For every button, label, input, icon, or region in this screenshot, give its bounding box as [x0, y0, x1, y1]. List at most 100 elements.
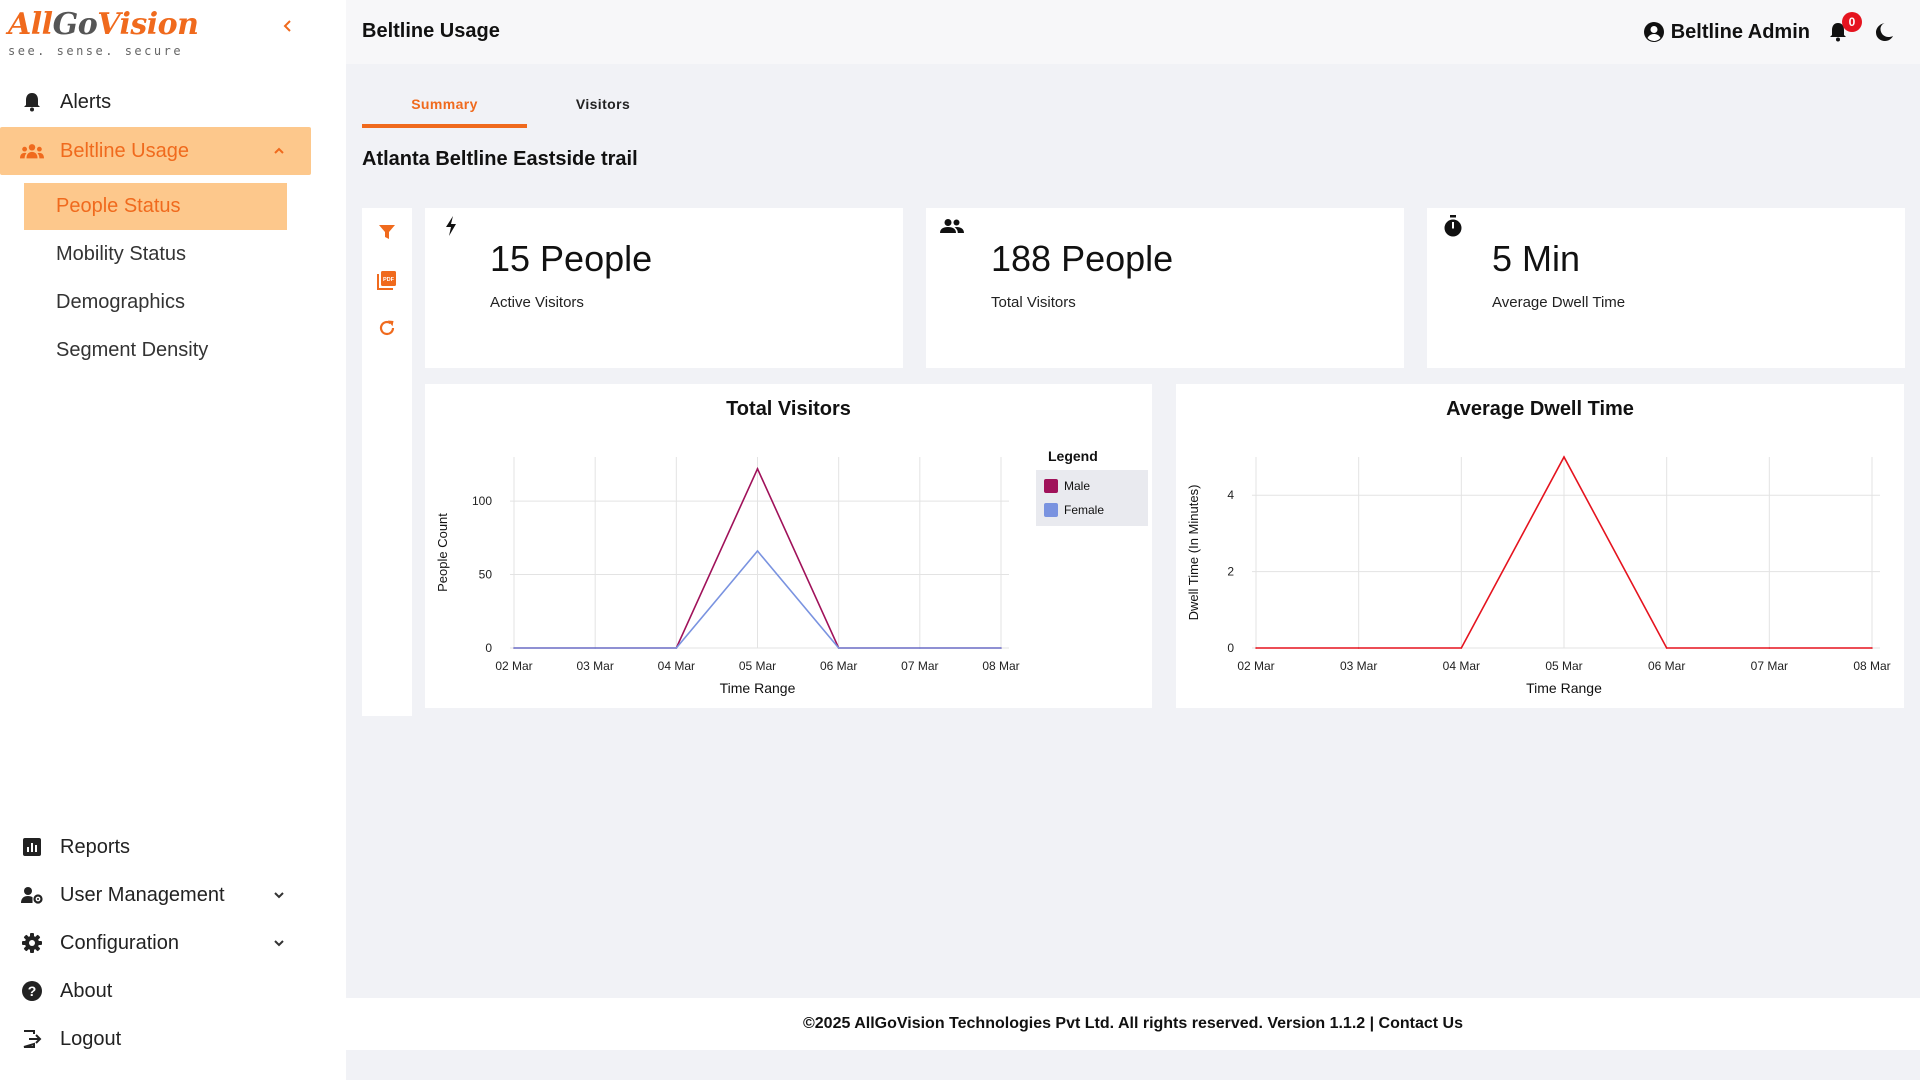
sidebar-item-configuration[interactable]: Configuration	[0, 919, 311, 967]
x-tick-label: 07 Mar	[901, 659, 938, 673]
chart-legend: Legend Male Female	[1036, 448, 1148, 526]
sidebar-subitem-segment-density[interactable]: Segment Density	[24, 327, 287, 374]
sidebar-item-label: Reports	[60, 835, 131, 858]
tab-visitors[interactable]: Visitors	[527, 86, 679, 128]
bolt-icon	[439, 214, 463, 238]
y-axis-label: Dwell Time (In Minutes)	[1186, 485, 1201, 621]
collapse-sidebar-chevron-left-icon[interactable]	[276, 16, 300, 40]
y-axis-label: People Count	[435, 513, 450, 592]
legend-item-female[interactable]: Female	[1044, 498, 1140, 522]
sidebar-subitem-demographics[interactable]: Demographics	[24, 279, 287, 326]
x-tick-label: 04 Mar	[658, 659, 695, 673]
data-point	[513, 647, 515, 649]
data-point	[1255, 647, 1257, 649]
sidebar-item-label: About	[60, 979, 113, 1002]
brand-logo[interactable]: AllGoVision see. sense. secure	[8, 7, 199, 59]
sidebar-subitem-people-status[interactable]: People Status	[24, 183, 287, 230]
kpi-label: Total Visitors	[991, 294, 1076, 311]
sidebar: AllGoVision see. sense. secure Alerts Be…	[0, 0, 346, 1080]
sidebar-item-label: Logout	[60, 1027, 122, 1050]
chart-title: Average Dwell Time	[1446, 398, 1634, 420]
bell-icon	[20, 90, 44, 114]
y-tick-label: 50	[479, 568, 493, 582]
gear-icon	[20, 931, 44, 955]
x-tick-label: 03 Mar	[1340, 659, 1377, 673]
chart-title: Total Visitors	[726, 398, 851, 420]
data-point	[1357, 647, 1360, 649]
filter-icon[interactable]	[375, 220, 399, 244]
logo-tagline: see. sense. secure	[8, 44, 184, 58]
footer: ©2025 AllGoVision Technologies Pvt Ltd. …	[346, 998, 1920, 1050]
data-point	[1460, 647, 1463, 649]
x-tick-label: 08 Mar	[1853, 659, 1890, 673]
x-tick-label: 05 Mar	[1545, 659, 1582, 673]
y-tick-label: 2	[1227, 565, 1234, 579]
bar-chart-icon	[20, 835, 44, 859]
x-axis-label: Time Range	[720, 680, 796, 696]
data-point	[1665, 647, 1668, 649]
sidebar-item-alerts[interactable]: Alerts	[0, 78, 311, 126]
data-point	[594, 647, 596, 649]
user-area: Beltline Admin 0	[1643, 12, 1894, 50]
chevron-down-icon[interactable]	[267, 931, 291, 955]
logout-icon	[20, 1027, 44, 1051]
sidebar-item-beltline-usage[interactable]: Beltline Usage	[0, 127, 311, 175]
help-icon: ?	[20, 979, 44, 1003]
average-dwell-time-chart: 0 2 4 02 Mar 03 Mar 04 Mar 05 Mar 06 Mar 07 Mar 0…	[1176, 384, 1904, 708]
tab-summary[interactable]: Summary	[362, 86, 527, 128]
x-tick-label: 02 Mar	[1237, 659, 1274, 673]
kpi-label: Active Visitors	[490, 294, 584, 311]
total-visitors-chart: 0 50 100 02 Mar 03 Mar 04 Mar 05 Mar 06 Mar 07 M…	[425, 384, 1152, 708]
total-visitors-chart-svg: 0 50 100 02 Mar 03 Mar 04 Mar 05 Mar 06 Mar 07 M…	[435, 457, 1020, 696]
top-bar: Beltline Usage Beltline Admin 0	[346, 0, 1920, 64]
data-point	[1871, 647, 1873, 649]
x-tick-label: 02 Mar	[495, 659, 532, 673]
groups-icon	[20, 139, 44, 163]
data-point	[919, 647, 921, 649]
notification-badge: 0	[1842, 12, 1862, 32]
dark-mode-moon-icon[interactable]	[1874, 22, 1894, 42]
toolbar: PDF	[362, 208, 412, 716]
sidebar-item-label: User Management	[60, 883, 225, 906]
kpi-card-average-dwell-time: 5 Min Average Dwell Time	[1427, 208, 1905, 368]
data-point	[837, 647, 840, 649]
sidebar-item-logout[interactable]: Logout	[0, 1015, 311, 1063]
x-tick-label: 03 Mar	[576, 659, 613, 673]
legend-item-male[interactable]: Male	[1044, 474, 1140, 498]
average-dwell-time-chart-svg: 0 2 4 02 Mar 03 Mar 04 Mar 05 Mar 06 Mar 07 Mar 0…	[1186, 455, 1891, 696]
sidebar-item-about[interactable]: ? About	[0, 967, 311, 1015]
y-tick-label: 0	[1227, 641, 1234, 655]
refresh-icon[interactable]	[375, 316, 399, 340]
kpi-value: 15 People	[490, 238, 653, 279]
legend-swatch	[1044, 503, 1058, 517]
chevron-up-icon[interactable]	[267, 139, 291, 163]
legend-swatch	[1044, 479, 1058, 493]
data-point	[1000, 647, 1002, 649]
data-point	[756, 467, 759, 470]
sidebar-subitem-mobility-status[interactable]: Mobility Status	[24, 231, 287, 278]
kpi-label: Average Dwell Time	[1492, 294, 1626, 311]
sidebar-item-label: Configuration	[60, 931, 179, 954]
notifications-button[interactable]: 0	[1824, 12, 1862, 46]
user-gear-icon	[20, 883, 44, 907]
y-tick-label: 4	[1227, 488, 1234, 502]
y-tick-label: 100	[472, 494, 492, 508]
x-tick-label: 04 Mar	[1443, 659, 1480, 673]
user-name[interactable]: Beltline Admin	[1671, 21, 1810, 44]
legend-label: Male	[1064, 479, 1091, 493]
sidebar-item-label: Beltline Usage	[60, 139, 189, 162]
pdf-export-icon[interactable]: PDF	[375, 268, 399, 292]
x-tick-label: 06 Mar	[820, 659, 857, 673]
people-icon	[940, 214, 964, 238]
kpi-card-active-visitors: 15 People Active Visitors	[425, 208, 903, 368]
logo-wordmark: AllGoVision	[8, 7, 199, 42]
x-axis-label: Time Range	[1526, 680, 1602, 696]
sidebar-item-reports[interactable]: Reports	[0, 823, 311, 871]
sidebar-item-user-management[interactable]: User Management	[0, 871, 311, 919]
chevron-down-icon[interactable]	[267, 883, 291, 907]
stopwatch-icon	[1441, 214, 1465, 238]
account-circle-icon[interactable]	[1643, 21, 1665, 43]
data-point	[675, 647, 678, 649]
svg-text:?: ?	[28, 983, 37, 999]
kpi-card-total-visitors: 188 People Total Visitors	[926, 208, 1404, 368]
